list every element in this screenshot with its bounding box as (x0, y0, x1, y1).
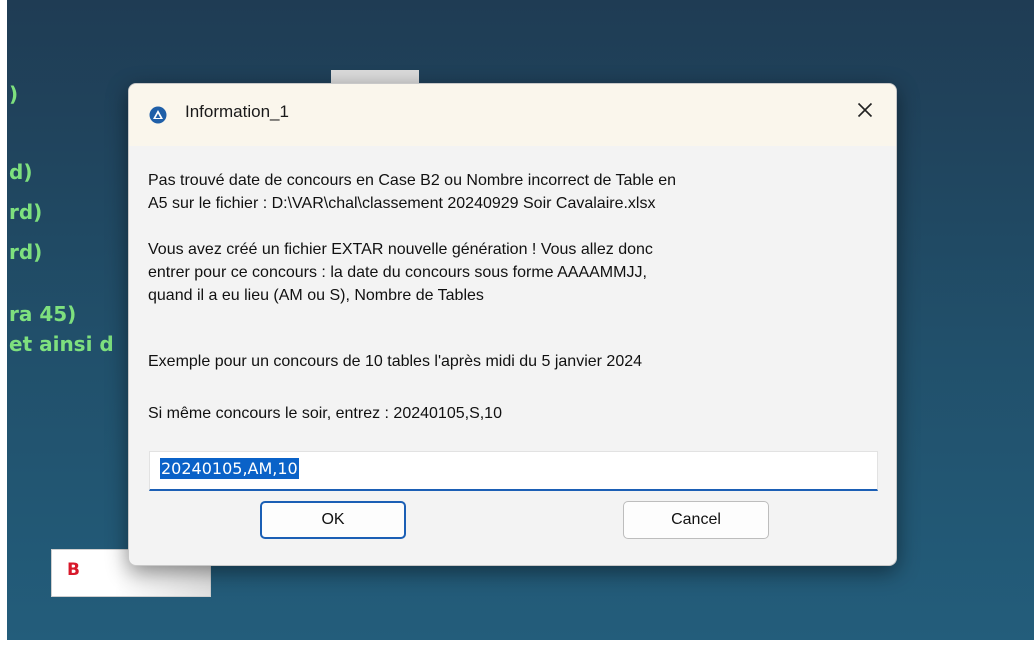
background-text-line: ) (9, 82, 19, 106)
error-message-line: Pas trouvé date de concours en Case B2 o… (148, 172, 677, 189)
error-message-line: A5 sur le fichier : D:\VAR\chal\classeme… (148, 195, 656, 212)
error-message: Pas trouvé date de concours en Case B2 o… (148, 169, 878, 215)
dialog-title: Information_1 (185, 102, 289, 121)
background-b-label: B (67, 560, 80, 580)
dialog-titlebar[interactable]: Information_1 (129, 84, 896, 146)
evening-example-message: Si même concours le soir, entrez : 20240… (148, 405, 502, 422)
ok-button[interactable]: OK (260, 501, 406, 539)
instruction-line: Vous avez créé un fichier EXTAR nouvelle… (148, 241, 653, 258)
close-button[interactable] (834, 84, 896, 140)
app-logo-icon (149, 106, 167, 124)
background-text-line: ra 45) (9, 302, 77, 326)
cancel-button[interactable]: Cancel (623, 501, 769, 539)
information-dialog: Information_1 Pas trouvé date de concour… (128, 83, 897, 566)
background-text-line: d) (9, 160, 33, 184)
example-message: Exemple pour un concours de 10 tables l'… (148, 353, 643, 370)
background-text-line: et ainsi d (9, 332, 114, 356)
instruction-message: Vous avez créé un fichier EXTAR nouvelle… (148, 238, 878, 307)
input-selected-text: 20240105,AM,10 (160, 458, 299, 479)
instruction-line: entrer pour ce concours : la date du con… (148, 264, 647, 281)
background-text-line: rd) (9, 200, 43, 224)
close-icon (857, 102, 873, 122)
background-text-line: rd) (9, 240, 43, 264)
date-input-field[interactable]: 20240105,AM,10 (149, 451, 878, 491)
instruction-line: quand il a eu lieu (AM ou S), Nombre de … (148, 287, 484, 304)
